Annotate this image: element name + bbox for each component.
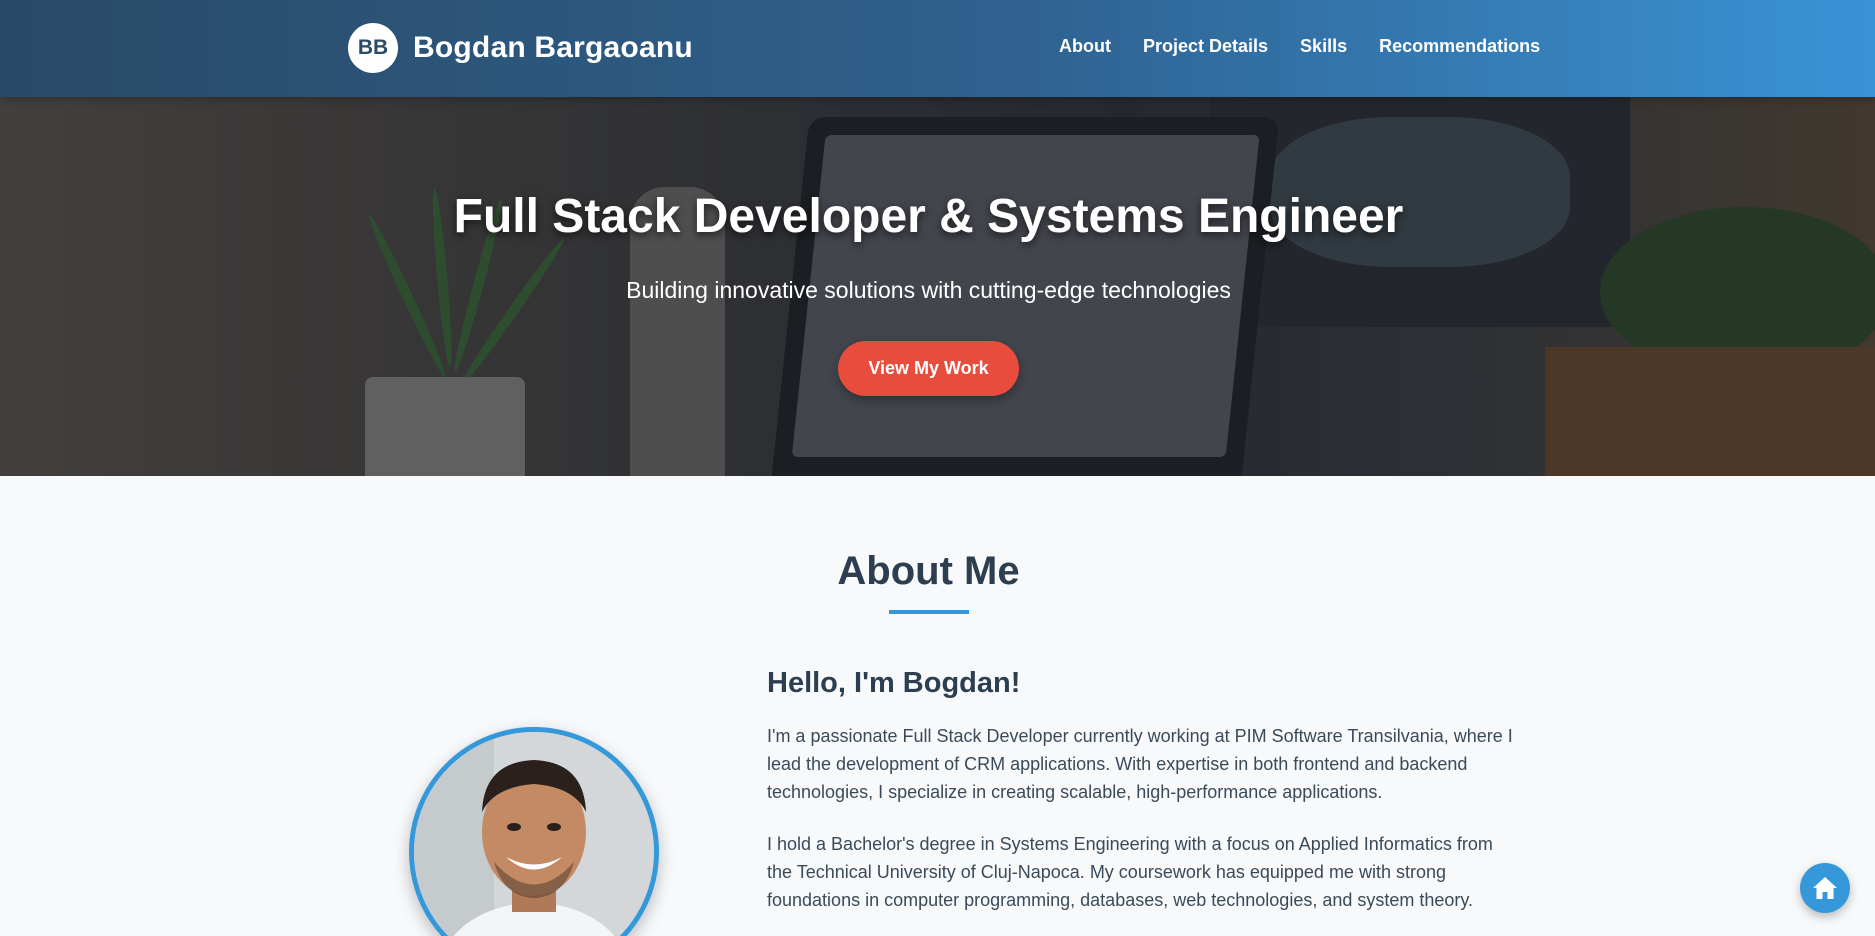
brand-name[interactable]: Bogdan Bargaoanu — [413, 31, 693, 65]
profile-photo-image — [414, 732, 654, 936]
site-header: BB Bogdan Bargaoanu About Project Detail… — [0, 0, 1875, 97]
about-paragraph: I'm a passionate Full Stack Developer cu… — [767, 726, 1513, 802]
view-my-work-button[interactable]: View My Work — [838, 341, 1019, 396]
nav-link-recommendations[interactable]: Recommendations — [1379, 36, 1540, 57]
about-section: About Me Hello, I'm Bogdan! I'm a passio… — [0, 476, 1875, 936]
about-text: Hello, I'm Bogdan! I'm a passionate Full… — [767, 667, 1517, 936]
home-icon — [1813, 877, 1837, 899]
brand[interactable]: BB Bogdan Bargaoanu — [348, 23, 693, 73]
about-heading: Hello, I'm Bogdan! — [767, 667, 1021, 699]
logo-badge[interactable]: BB — [348, 23, 398, 73]
section-title: About Me — [837, 549, 1020, 593]
nav-link-about[interactable]: About — [1059, 36, 1111, 57]
nav-link-skills[interactable]: Skills — [1300, 36, 1347, 57]
profile-photo — [409, 727, 659, 936]
title-underline — [889, 610, 969, 614]
about-paragraph: I hold a Bachelor's degree in Systems En… — [767, 834, 1493, 910]
hero-title: Full Stack Developer & Systems Engineer — [453, 190, 1404, 243]
main-nav: About Project Details Skills Recommendat… — [1059, 36, 1540, 57]
hero-subtitle: Building innovative solutions with cutti… — [626, 277, 1231, 303]
home-button[interactable] — [1800, 863, 1850, 913]
nav-link-project-details[interactable]: Project Details — [1143, 36, 1268, 57]
hero-section: Full Stack Developer & Systems Engineer … — [0, 97, 1875, 476]
